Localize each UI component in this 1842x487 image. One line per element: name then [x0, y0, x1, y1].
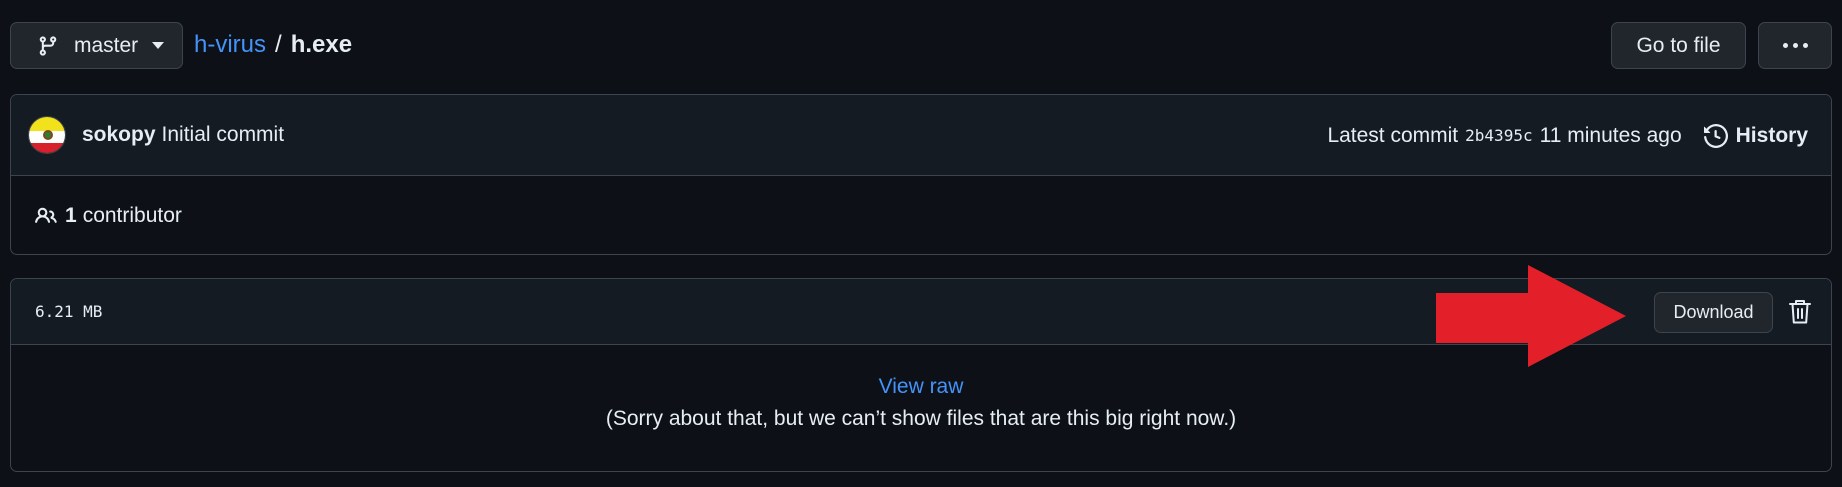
- people-icon: [35, 207, 57, 223]
- breadcrumb-separator: /: [275, 31, 282, 58]
- more-options-button[interactable]: [1758, 22, 1832, 69]
- caret-down-icon: [152, 42, 165, 49]
- history-icon: [1703, 123, 1728, 148]
- breadcrumb-file-name: h.exe: [290, 31, 353, 58]
- breadcrumb-repo-link[interactable]: h-virus: [194, 31, 266, 59]
- download-button[interactable]: Download: [1654, 292, 1773, 333]
- kebab-horizontal-icon: [1802, 43, 1808, 48]
- file-toolbar: master h-virus / h.exe Go to file: [10, 22, 1832, 70]
- kebab-horizontal-icon: [1792, 43, 1798, 48]
- file-too-big-message: (Sorry about that, but we can’t show fil…: [605, 407, 1237, 430]
- annotation-arrow-icon: [1436, 265, 1626, 367]
- contributor-count: 1: [65, 203, 77, 227]
- branch-selector-button[interactable]: master: [10, 22, 183, 69]
- latest-commit-row: sokopy Initial commit Latest commit 2b43…: [11, 95, 1831, 176]
- commit-meta: Latest commit 2b4395c 11 minutes ago His…: [1327, 95, 1808, 176]
- commit-time: 11 minutes ago: [1539, 123, 1682, 147]
- contributors-row[interactable]: 1 contributor: [11, 176, 1831, 254]
- branch-name: master: [74, 33, 139, 57]
- avatar[interactable]: [28, 116, 66, 154]
- breadcrumb: h-virus / h.exe: [194, 31, 352, 59]
- avatar-image: [29, 117, 65, 153]
- git-branch-icon: [39, 35, 57, 56]
- view-raw-link[interactable]: View raw: [879, 375, 964, 399]
- commit-sha-link[interactable]: 2b4395c: [1465, 126, 1532, 145]
- go-to-file-button[interactable]: Go to file: [1611, 22, 1746, 69]
- trash-icon[interactable]: [1788, 299, 1812, 325]
- contributor-label: contributor: [82, 203, 182, 227]
- commit-author-link[interactable]: sokopy: [82, 123, 156, 147]
- commit-message-link[interactable]: Initial commit: [162, 123, 285, 147]
- file-size: 6.21 MB: [35, 302, 103, 321]
- latest-commit-label: Latest commit: [1327, 123, 1459, 147]
- kebab-horizontal-icon: [1782, 43, 1788, 48]
- history-link[interactable]: History: [1703, 123, 1808, 148]
- history-label: History: [1735, 123, 1808, 147]
- latest-commit-box: sokopy Initial commit Latest commit 2b43…: [10, 94, 1832, 255]
